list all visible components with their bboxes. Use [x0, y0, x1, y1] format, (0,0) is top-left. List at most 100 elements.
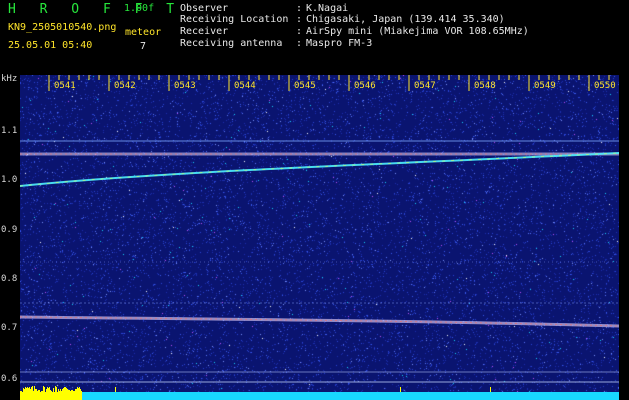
x-tick-label: 0547 [414, 81, 436, 91]
meteor-bar [60, 389, 61, 400]
meteor-bar [33, 391, 34, 400]
meteor-bar [30, 389, 31, 400]
meteor-counter-strip [20, 385, 619, 400]
app-brand: H R O F F T [8, 2, 183, 17]
meteor-bar [55, 386, 56, 400]
meteor-bar [50, 390, 51, 400]
x-tick-label: 0546 [354, 81, 376, 91]
meteor-bar [115, 387, 116, 392]
meteor-bar [72, 390, 73, 400]
timestamp: 25.05.01 05:40 [8, 40, 93, 51]
meteor-bar [37, 391, 38, 400]
meteor-bar [29, 387, 30, 400]
meteor-bar [52, 392, 53, 400]
meteor-bar [69, 390, 70, 400]
info-label-location: Receiving Location [180, 14, 289, 25]
meteor-bar [51, 391, 52, 400]
meteor-bar [63, 388, 64, 400]
x-tick-label: 0548 [474, 81, 496, 91]
meteor-bar [49, 387, 50, 400]
info-colon: : [296, 14, 303, 25]
meteor-bar [66, 388, 67, 400]
meteor-label: meteor [125, 27, 162, 38]
x-tick-label: 0543 [174, 81, 196, 91]
meteor-bar [65, 387, 66, 400]
meteor-bar [57, 392, 58, 400]
time-axis-labels: 0541 0542 0543 0544 0545 0546 0547 0548 … [20, 74, 619, 94]
meteor-bar [23, 388, 24, 400]
meteor-bar [81, 391, 82, 400]
header-panel: H R O F F T 1.00f KN9_2505010540.png 25.… [0, 0, 629, 74]
info-colon: : [296, 3, 303, 14]
info-value-receiver: AirSpy mini (Miakejima VOR 108.65MHz) [306, 26, 529, 37]
meteor-bar [79, 387, 80, 400]
meteor-bar [53, 388, 54, 400]
y-tick-label: 0.9 [1, 225, 18, 235]
meteor-bar [67, 389, 68, 400]
meteor-bar [400, 387, 401, 392]
x-tick-label: 0542 [114, 81, 136, 91]
meteor-bar [22, 392, 23, 400]
meteor-bar [20, 391, 21, 400]
info-colon: : [296, 26, 303, 37]
meteor-bar [28, 388, 29, 400]
meteor-counter-bars [20, 386, 619, 400]
meteor-bar [80, 389, 81, 400]
meteor-bar [62, 389, 63, 400]
y-tick-label: 1.1 [1, 126, 18, 136]
meteor-bar [490, 387, 491, 392]
info-label-observer: Observer [180, 3, 229, 14]
meteor-bar [42, 391, 43, 400]
info-colon: : [296, 38, 303, 49]
meteor-bar [36, 389, 37, 400]
meteor-bar [32, 386, 33, 400]
meteor-bar [38, 390, 39, 400]
meteor-bar [46, 389, 47, 400]
meteor-bar [31, 387, 32, 400]
meteor-bar [48, 388, 49, 400]
meteor-bar [77, 387, 78, 400]
meteor-bar [41, 391, 42, 400]
meteor-bar [75, 389, 76, 400]
meteor-bar [39, 390, 40, 400]
meteor-bar [58, 389, 59, 400]
x-tick-label: 0544 [234, 81, 256, 91]
meteor-bar [27, 387, 28, 400]
info-value-antenna: Maspro FM-3 [306, 38, 373, 49]
y-tick-label: 0.8 [1, 274, 18, 284]
meteor-bar [64, 387, 65, 400]
info-label-receiver: Receiver [180, 26, 229, 37]
meteor-bar [47, 387, 48, 400]
info-value-observer: K.Nagai [306, 3, 349, 14]
meteor-bar [26, 388, 27, 400]
meteor-bar [74, 391, 75, 400]
meteor-bar [61, 391, 62, 400]
meteor-bar [78, 388, 79, 400]
meteor-bar [21, 391, 22, 400]
meteor-bar [54, 392, 55, 400]
meteor-bar [70, 391, 71, 400]
axis-labels: 1.1 1.0 0.9 0.8 0.7 0.6 [0, 74, 629, 400]
meteor-bar [44, 387, 45, 400]
meteor-bar [56, 387, 57, 400]
meteor-count: 7 [140, 41, 147, 52]
meteor-bar [34, 386, 35, 400]
meteor-bar [73, 391, 74, 400]
meteor-bar [71, 390, 72, 400]
x-tick-label: 0545 [294, 81, 316, 91]
meteor-bar [68, 390, 69, 400]
x-tick-label: 0549 [534, 81, 556, 91]
y-tick-label: 0.7 [1, 323, 18, 333]
meteor-bar [45, 392, 46, 400]
meteor-bar [35, 389, 36, 400]
x-tick-label: 0541 [54, 81, 76, 91]
y-tick-label: 0.6 [1, 374, 18, 384]
file-name: KN9_2505010540.png [8, 22, 117, 33]
meteor-bar [59, 391, 60, 400]
y-tick-label: 1.0 [1, 175, 18, 185]
meteor-bar [76, 389, 77, 400]
meteor-bar [24, 389, 25, 400]
meteor-count-base [20, 392, 619, 400]
meteor-bar [40, 392, 41, 400]
x-tick-label: 0550 [594, 81, 616, 91]
